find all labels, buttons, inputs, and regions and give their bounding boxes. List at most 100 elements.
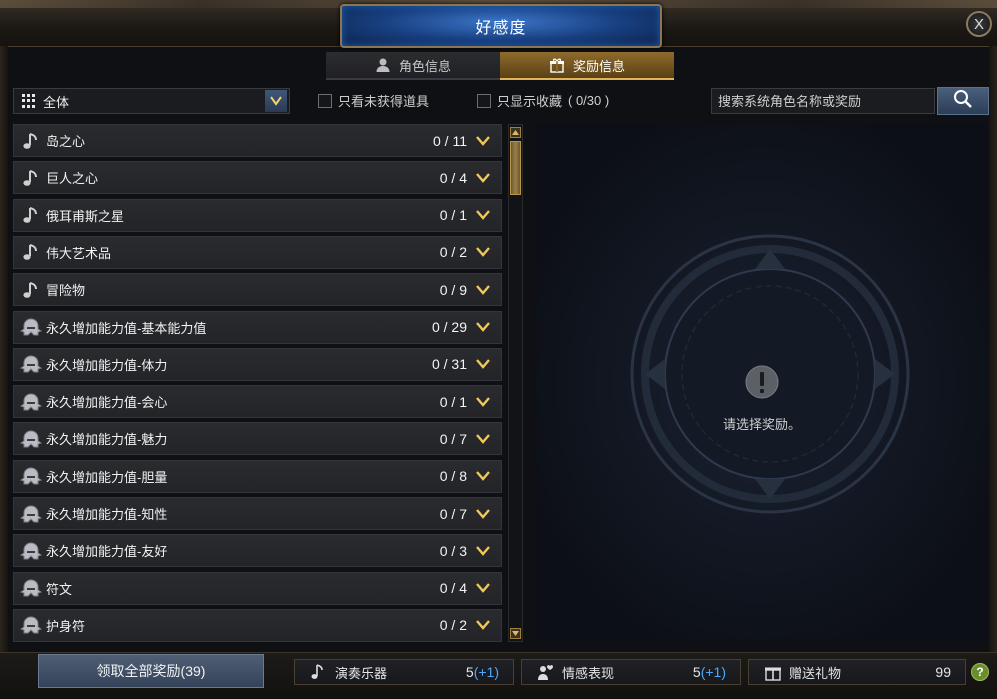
reward-row[interactable]: 俄耳甫斯之星 0 / 1	[13, 198, 502, 232]
chevron-down-icon[interactable]	[475, 210, 491, 220]
chevron-down-icon[interactable]	[475, 322, 491, 332]
tab-label: 奖励信息	[572, 58, 625, 74]
reward-row[interactable]: 岛之心 0 / 11	[13, 124, 502, 157]
emote-icon	[536, 662, 556, 682]
help-icon: ?	[976, 665, 984, 679]
stat-label: 赠送礼物	[789, 665, 842, 681]
reward-name: 岛之心	[46, 134, 86, 149]
stat-value: 99	[935, 664, 951, 680]
reward-count: 0 / 29	[431, 319, 467, 335]
tab-reward-info[interactable]: 奖励信息	[500, 52, 674, 80]
helmet-icon	[18, 575, 44, 601]
scrollbar[interactable]	[508, 124, 523, 642]
helmet-icon	[18, 612, 44, 638]
tab-character-info[interactable]: 角色信息	[326, 52, 500, 80]
search-button[interactable]	[937, 87, 989, 115]
search-input[interactable]	[711, 88, 935, 114]
reward-detail-panel: 请选择奖励。	[535, 124, 989, 642]
chevron-down-icon[interactable]	[475, 620, 491, 631]
reward-name: 护身符	[46, 618, 86, 634]
reward-row[interactable]: 永久增加能力值-友好 0 / 3	[13, 534, 502, 568]
stat-number: 5	[465, 664, 474, 680]
reward-count: 0 / 7	[439, 430, 467, 447]
gift-icon	[763, 662, 783, 682]
reward-count: 0 / 2	[439, 617, 467, 634]
reward-count: 0 / 1	[439, 207, 467, 224]
tab-bar: 角色信息 奖励信息	[326, 52, 674, 80]
stat-emote: 情感表现 5(+1)	[521, 659, 741, 685]
checkbox-box[interactable]	[318, 93, 332, 108]
stat-label: 情感表现	[562, 665, 615, 681]
favorites-count: ( 0/30 )	[568, 93, 610, 108]
category-dropdown[interactable]: 全体	[13, 88, 290, 114]
only-unobtained-checkbox[interactable]: 只看未获得道具	[318, 91, 429, 110]
stat-number: 5	[692, 664, 701, 680]
chevron-down-icon[interactable]	[475, 173, 491, 183]
helmet-icon	[18, 501, 44, 527]
chevron-down-icon[interactable]	[475, 583, 491, 593]
help-button[interactable]: ?	[971, 663, 989, 681]
reward-row[interactable]: 永久增加能力值-体力 0 / 31	[13, 347, 502, 381]
reward-name: 永久增加能力值-胆量	[46, 469, 168, 485]
helmet-icon	[18, 426, 44, 452]
reward-row[interactable]: 永久增加能力值-魅力 0 / 7	[13, 422, 502, 456]
chevron-down-icon[interactable]	[475, 508, 491, 519]
stat-number: 99	[935, 664, 951, 680]
tab-label: 角色信息	[398, 58, 451, 74]
gift-icon	[549, 57, 565, 73]
chevron-down-icon[interactable]	[475, 284, 491, 295]
stat-bonus: (+1)	[700, 664, 726, 680]
claim-all-rewards-button[interactable]: 领取全部奖励(39)	[38, 654, 264, 688]
checkbox-label: 只显示收藏	[497, 94, 563, 109]
scroll-up-arrow[interactable]	[510, 127, 521, 138]
reward-name: 永久增加能力值-体力	[46, 357, 168, 373]
chevron-down-icon[interactable]	[475, 135, 491, 146]
reward-name: 永久增加能力值-会心	[46, 395, 168, 411]
stat-gift: 赠送礼物 99	[748, 659, 966, 685]
helmet-icon	[18, 463, 44, 489]
window-title-plate: 好感度	[340, 4, 662, 48]
stat-bonus: (+1)	[473, 664, 499, 680]
reward-row[interactable]: 冒险物 0 / 9	[13, 273, 502, 307]
reward-row[interactable]: 永久增加能力值-知性 0 / 7	[13, 497, 502, 530]
reward-count: 0 / 8	[439, 468, 467, 485]
chevron-down-icon[interactable]	[475, 359, 491, 370]
chevron-down-icon[interactable]	[475, 546, 491, 556]
reward-name: 永久增加能力值-基本能力值	[46, 320, 207, 336]
reward-row[interactable]: 护身符 0 / 2	[13, 608, 502, 642]
scroll-thumb[interactable]	[510, 141, 521, 195]
checkbox-label: 只看未获得道具	[338, 94, 430, 109]
chevron-down-icon[interactable]	[265, 90, 287, 112]
only-favorites-checkbox[interactable]: 只显示收藏 ( 0/30 )	[477, 91, 609, 110]
chevron-down-icon[interactable]	[475, 396, 491, 407]
reward-row[interactable]: 符文 0 / 4	[13, 571, 502, 605]
scroll-down-arrow[interactable]	[510, 628, 521, 639]
reward-row[interactable]: 永久增加能力值-胆量 0 / 8	[13, 459, 502, 493]
checkbox-box[interactable]	[477, 93, 491, 108]
chevron-down-icon[interactable]	[475, 434, 491, 444]
music-note-icon	[309, 662, 329, 682]
reward-name: 冒险物	[46, 283, 86, 299]
reward-name: 巨人之心	[46, 171, 99, 187]
reward-count: 0 / 2	[439, 244, 467, 261]
reward-name: 俄耳甫斯之星	[46, 208, 125, 224]
reward-name: 永久增加能力值-魅力	[46, 432, 168, 448]
reward-count: 0 / 1	[439, 393, 467, 410]
close-icon: X	[973, 15, 984, 33]
music-note-icon	[18, 202, 44, 228]
stat-instrument: 演奏乐器 5(+1)	[294, 659, 514, 685]
reward-row[interactable]: 伟大艺术品 0 / 2	[13, 235, 502, 269]
chevron-down-icon[interactable]	[475, 247, 491, 258]
reward-row[interactable]: 永久增加能力值-基本能力值 0 / 29	[13, 310, 502, 344]
frame-right	[989, 46, 997, 652]
reward-count: 0 / 4	[439, 580, 467, 597]
frame-left	[0, 46, 8, 652]
reward-row[interactable]: 巨人之心 0 / 4	[13, 161, 502, 195]
reward-row[interactable]: 永久增加能力值-会心 0 / 1	[13, 385, 502, 419]
reward-name: 永久增加能力值-知性	[46, 507, 168, 522]
reward-count: 0 / 31	[431, 356, 467, 373]
reward-count: 0 / 9	[439, 281, 467, 298]
reward-count: 0 / 11	[433, 132, 467, 149]
close-button[interactable]: X	[966, 11, 992, 37]
chevron-down-icon[interactable]	[475, 471, 491, 482]
